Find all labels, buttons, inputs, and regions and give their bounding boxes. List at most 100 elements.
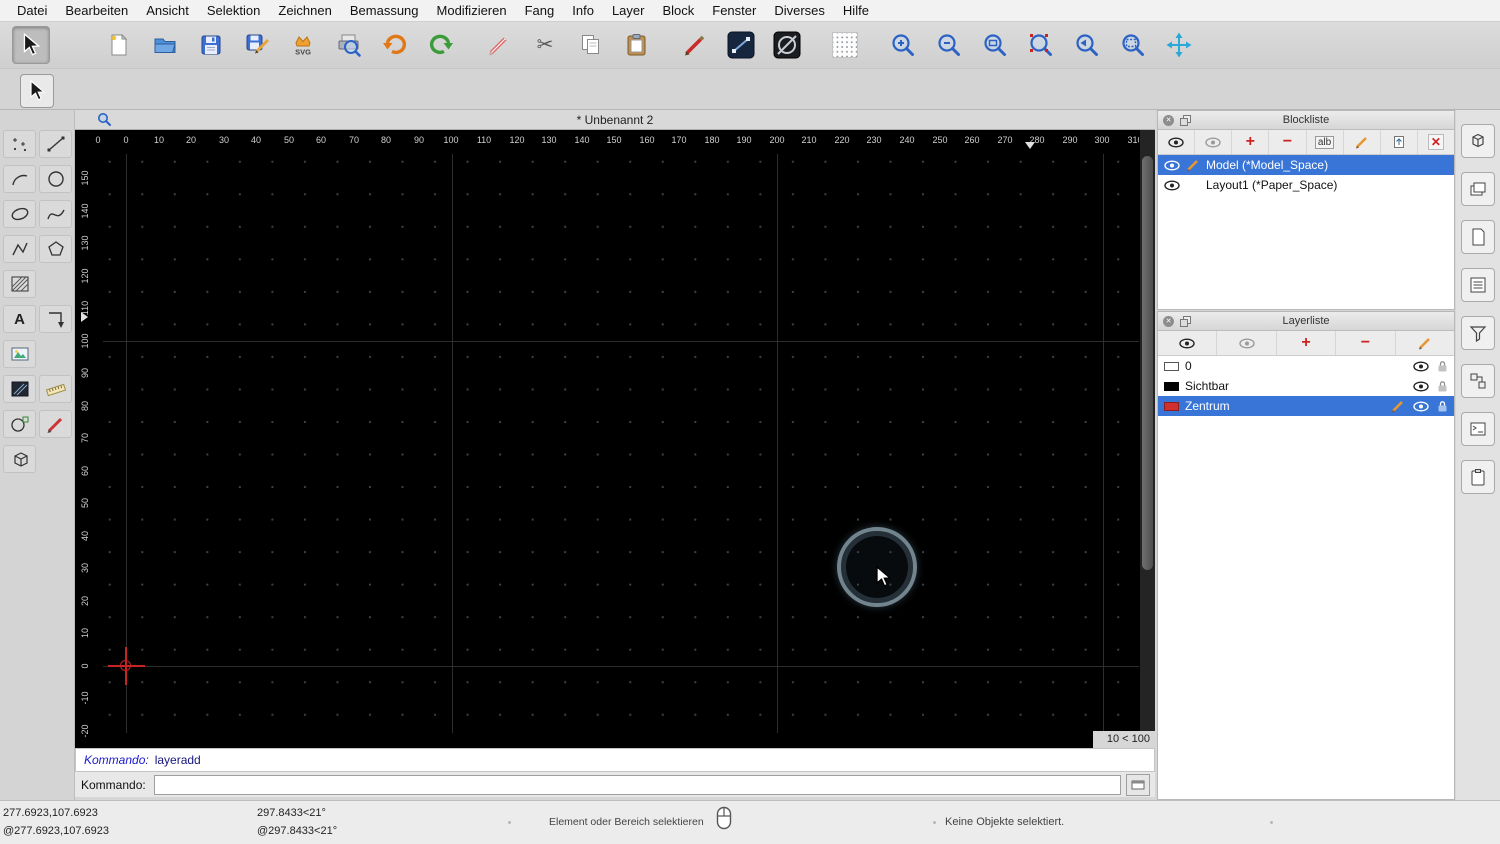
menu-bearbeiten[interactable]: Bearbeiten (56, 3, 137, 18)
order-tool-button[interactable] (39, 305, 72, 333)
delete-block-button[interactable]: ✕ (1418, 130, 1454, 154)
remove-block-button[interactable]: − (1269, 130, 1306, 154)
lock-icon[interactable] (1437, 360, 1448, 373)
pan-button[interactable] (1160, 26, 1198, 64)
command-widget-button[interactable] (1461, 412, 1495, 446)
menu-selektion[interactable]: Selektion (198, 3, 269, 18)
eye-icon[interactable] (1413, 381, 1429, 392)
zoom-previous-button[interactable] (1068, 26, 1106, 64)
circle-tool-button[interactable] (39, 165, 72, 193)
draw-pen-button[interactable] (676, 26, 714, 64)
select-arrow-button[interactable] (12, 26, 50, 64)
measure-tool-button[interactable] (39, 375, 72, 403)
drawing-canvas[interactable]: 0 0 10 20 30 40 50 60 70 80 90 100 110 1… (75, 130, 1155, 748)
zoom-window-button[interactable] (1114, 26, 1152, 64)
pen-icon[interactable] (1391, 399, 1405, 413)
hide-all-layers-button[interactable] (1217, 331, 1276, 355)
paste-button[interactable] (618, 26, 656, 64)
menu-zeichnen[interactable]: Zeichnen (269, 3, 340, 18)
solid-tool-button[interactable] (3, 445, 36, 473)
zoom-auto-button[interactable] (976, 26, 1014, 64)
menu-layer[interactable]: Layer (603, 3, 654, 18)
circle-tool-button[interactable] (768, 26, 806, 64)
block-list-item[interactable]: Layout1 (*Paper_Space) (1158, 175, 1454, 195)
close-icon[interactable]: ✕ (1163, 115, 1174, 126)
hatch-tool-button[interactable] (3, 270, 36, 298)
pattern-tool-button[interactable] (3, 375, 36, 403)
add-layer-button[interactable]: + (1277, 331, 1336, 355)
arc-tool-button[interactable] (3, 165, 36, 193)
show-all-layers-button[interactable] (1158, 331, 1217, 355)
snap-pen-tool-button[interactable] (39, 410, 72, 438)
command-input[interactable] (154, 775, 1121, 795)
add-block-button[interactable]: + (1232, 130, 1269, 154)
layer-list-item[interactable]: Sichtbar (1158, 376, 1454, 396)
open-file-button[interactable] (146, 26, 184, 64)
menu-block[interactable]: Block (653, 3, 703, 18)
layer-list-item[interactable]: 0 (1158, 356, 1454, 376)
eye-icon[interactable] (1413, 361, 1429, 372)
layer-list-item[interactable]: Zentrum (1158, 396, 1454, 416)
cut-button[interactable]: ✂ (526, 26, 564, 64)
zoom-in-button[interactable] (884, 26, 922, 64)
points-tool-button[interactable] (3, 130, 36, 158)
modify-tool-button[interactable] (3, 410, 36, 438)
menu-modifizieren[interactable]: Modifizieren (428, 3, 516, 18)
insert-block-button[interactable] (1381, 130, 1418, 154)
block-view-button[interactable] (1461, 124, 1495, 158)
remove-layer-button[interactable]: − (1336, 331, 1395, 355)
polyline-tool-button[interactable] (3, 235, 36, 263)
new-document-button[interactable] (100, 26, 138, 64)
eye-icon[interactable] (1164, 160, 1180, 171)
lock-icon[interactable] (1437, 380, 1448, 393)
menu-fang[interactable]: Fang (516, 3, 564, 18)
eye-icon[interactable] (1413, 401, 1429, 412)
command-detach-button[interactable] (1126, 774, 1150, 796)
ellipse-tool-button[interactable] (3, 200, 36, 228)
print-preview-button[interactable] (330, 26, 368, 64)
svg-export-button[interactable]: SVG (284, 26, 322, 64)
undo-button[interactable] (376, 26, 414, 64)
menu-bemassung[interactable]: Bemassung (341, 3, 428, 18)
rename-block-button[interactable]: alb (1307, 130, 1344, 154)
line-tool-button[interactable] (39, 130, 72, 158)
vertical-scrollbar-thumb[interactable] (1142, 156, 1153, 570)
erase-pen-button[interactable] (480, 26, 518, 64)
filter-button[interactable] (1461, 316, 1495, 350)
menu-hilfe[interactable]: Hilfe (834, 3, 878, 18)
save-button[interactable] (192, 26, 230, 64)
show-all-blocks-button[interactable] (1158, 130, 1195, 154)
line-tool-button[interactable] (722, 26, 760, 64)
zoom-selected-button[interactable] (1022, 26, 1060, 64)
menu-fenster[interactable]: Fenster (703, 3, 765, 18)
text-tool-button[interactable]: A (3, 305, 36, 333)
image-tool-button[interactable] (3, 340, 36, 368)
menu-info[interactable]: Info (563, 3, 603, 18)
close-icon[interactable]: ✕ (1163, 316, 1174, 327)
menu-diverses[interactable]: Diverses (765, 3, 834, 18)
hide-all-blocks-button[interactable] (1195, 130, 1232, 154)
clipboard-button[interactable] (1461, 460, 1495, 494)
menu-datei[interactable]: Datei (8, 3, 56, 18)
float-icon[interactable] (1180, 115, 1191, 126)
float-icon[interactable] (1180, 316, 1191, 327)
redo-button[interactable] (422, 26, 460, 64)
page-view-button[interactable] (1461, 220, 1495, 254)
save-as-button[interactable] (238, 26, 276, 64)
polygon-tool-button[interactable] (39, 235, 72, 263)
zoom-out-button[interactable] (930, 26, 968, 64)
spline-tool-button[interactable] (39, 200, 72, 228)
edit-block-button[interactable] (1344, 130, 1381, 154)
layer-view-button[interactable] (1461, 172, 1495, 206)
lock-icon[interactable] (1437, 400, 1448, 413)
block-list-item[interactable]: Model (*Model_Space) (1158, 155, 1454, 175)
list-view-button[interactable] (1461, 268, 1495, 302)
library-button[interactable] (1461, 364, 1495, 398)
eye-icon[interactable] (1164, 180, 1180, 191)
vertical-scrollbar[interactable] (1139, 130, 1155, 731)
snap-grid-button[interactable] (826, 26, 864, 64)
select-tool-button[interactable] (20, 74, 54, 108)
edit-layer-button[interactable] (1396, 331, 1454, 355)
menu-ansicht[interactable]: Ansicht (137, 3, 198, 18)
copy-button[interactable] (572, 26, 610, 64)
